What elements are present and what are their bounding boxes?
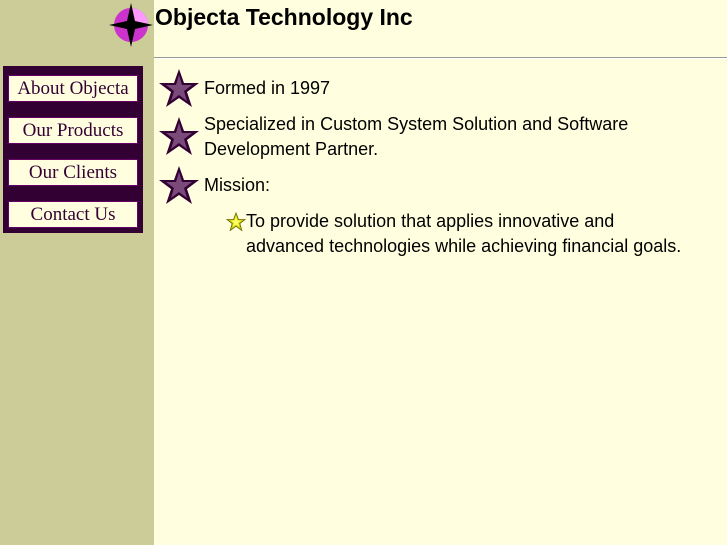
compass-star-icon (109, 3, 153, 47)
nav-our-products-button[interactable]: Our Products (8, 117, 138, 144)
purple-star-icon (159, 166, 199, 204)
list-item: Formed in 1997 (204, 78, 331, 98)
purple-star-icon (159, 117, 199, 155)
nav-contact-us-button[interactable]: Contact Us (8, 201, 138, 228)
sub-list-item: To provide solution that applies innovat… (246, 211, 682, 256)
yellow-star-icon (226, 212, 246, 232)
list-item: Mission: (204, 175, 271, 195)
header-divider (154, 57, 727, 59)
nav-our-clients-button[interactable]: Our Clients (8, 159, 138, 186)
nav-menu: About Objecta Our Products Our Clients C… (3, 66, 143, 233)
list-item: Specialized in Custom System Solution an… (204, 114, 629, 159)
nav-about-objecta-button[interactable]: About Objecta (8, 75, 138, 102)
site-title: Objecta Technology Inc (155, 4, 413, 30)
purple-star-icon (159, 69, 199, 107)
